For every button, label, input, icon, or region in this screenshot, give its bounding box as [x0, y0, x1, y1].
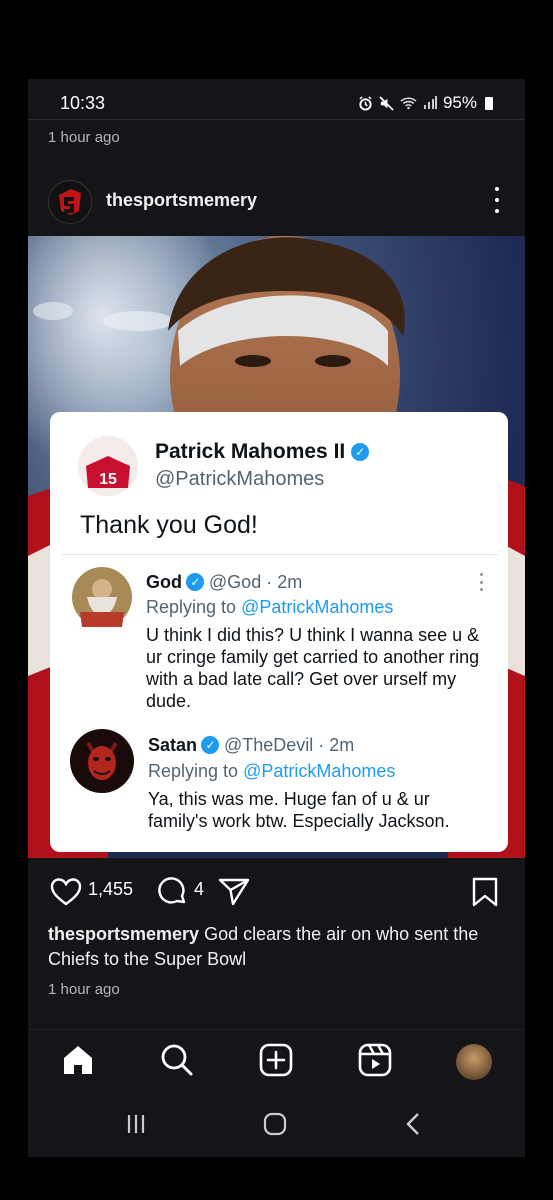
tweet-author-handle: @PatrickMahomes	[155, 468, 325, 490]
reply-thread: God ✓ @God · 2m Replying to @PatrickMaho…	[62, 554, 498, 847]
reply-satan-header: Satan ✓ @TheDevil · 2m	[148, 735, 354, 756]
back-icon[interactable]	[402, 1112, 426, 1136]
bookmark-icon[interactable]	[471, 877, 499, 907]
reply-god-handle: @God · 2m	[208, 572, 303, 592]
reply-god: God ✓ @God · 2m Replying to @PatrickMaho…	[62, 555, 498, 715]
reply-god-replying: Replying to @PatrickMahomes	[146, 597, 393, 618]
reply-satan-replying: Replying to @PatrickMahomes	[148, 761, 395, 782]
replying-prefix: Replying to	[148, 761, 239, 781]
reels-icon[interactable]	[358, 1043, 392, 1077]
tweet-author-row: Patrick Mahomes II ✓	[155, 440, 370, 464]
jersey-number: 15	[99, 471, 117, 488]
post-time: 1 hour ago	[48, 981, 120, 998]
caption-username[interactable]: thesportsmemery	[48, 924, 199, 944]
status-icons: 95%	[358, 93, 493, 113]
status-bar: 10:33 95%	[28, 79, 525, 121]
more-options-icon[interactable]	[493, 187, 501, 213]
battery-percent: 95%	[442, 93, 477, 112]
post-caption: thesportsmemery God clears the air on wh…	[48, 922, 508, 972]
verified-badge-icon: ✓	[201, 736, 220, 754]
alarm-icon	[359, 95, 372, 111]
home-button-icon[interactable]	[263, 1112, 287, 1136]
heart-icon[interactable]	[50, 877, 82, 907]
search-icon[interactable]	[160, 1043, 194, 1077]
god-avatar	[72, 567, 132, 627]
account-avatar[interactable]	[48, 180, 92, 224]
post-image[interactable]: 15 Patrick Mahomes II ✓ @PatrickMahomes …	[28, 236, 525, 858]
tweet-text: Thank you God!	[80, 511, 258, 539]
previous-post-time: 1 hour ago	[48, 129, 120, 146]
system-nav-bar	[28, 1092, 525, 1157]
send-icon[interactable]	[218, 877, 250, 907]
reply-more-icon[interactable]	[480, 573, 484, 591]
profile-avatar[interactable]	[456, 1044, 492, 1080]
replying-to-link[interactable]: @PatrickMahomes	[243, 761, 395, 781]
wifi-icon	[400, 97, 417, 110]
verified-badge-icon: ✓	[186, 573, 205, 591]
recent-apps-icon[interactable]	[124, 1112, 148, 1136]
tweet-screenshot: 15 Patrick Mahomes II ✓ @PatrickMahomes …	[50, 412, 508, 852]
reply-god-header: God ✓ @God · 2m	[146, 572, 302, 593]
post-actions: 1,455 4	[28, 869, 525, 909]
post-username[interactable]: thesportsmemery	[106, 190, 257, 211]
post-header: thesportsmemery	[28, 177, 525, 225]
reply-god-body: U think I did this? U think I wanna see …	[146, 625, 480, 711]
plus-square-icon[interactable]	[259, 1043, 293, 1077]
satan-avatar	[70, 729, 134, 793]
replying-prefix: Replying to	[146, 597, 237, 617]
reply-satan-body: Ya, this was me. Huge fan of u & ur fami…	[148, 789, 450, 831]
battery-icon	[485, 96, 493, 110]
tweet-author-name: Patrick Mahomes II	[155, 440, 346, 463]
mahomes-avatar: 15	[78, 436, 138, 496]
verified-badge-icon: ✓	[351, 443, 370, 461]
reply-god-name: God	[146, 572, 182, 592]
signal-icon	[423, 96, 437, 109]
phone-screen: 10:33 95% 1 hour ago thesportsmemery 15 …	[28, 79, 525, 1157]
comment-count[interactable]: 4	[194, 879, 204, 900]
status-divider	[28, 119, 525, 120]
reply-satan: Satan ✓ @TheDevil · 2m Replying to @Patr…	[62, 721, 498, 847]
reply-satan-handle: @TheDevil · 2m	[223, 735, 355, 755]
comment-icon[interactable]	[156, 876, 188, 908]
home-icon[interactable]	[61, 1044, 95, 1076]
reply-satan-name: Satan	[148, 735, 198, 755]
status-time: 10:33	[60, 93, 106, 113]
like-count[interactable]: 1,455	[88, 879, 133, 900]
replying-to-link[interactable]: @PatrickMahomes	[241, 597, 393, 617]
mute-icon	[379, 95, 394, 111]
bottom-tab-bar	[28, 1029, 525, 1088]
